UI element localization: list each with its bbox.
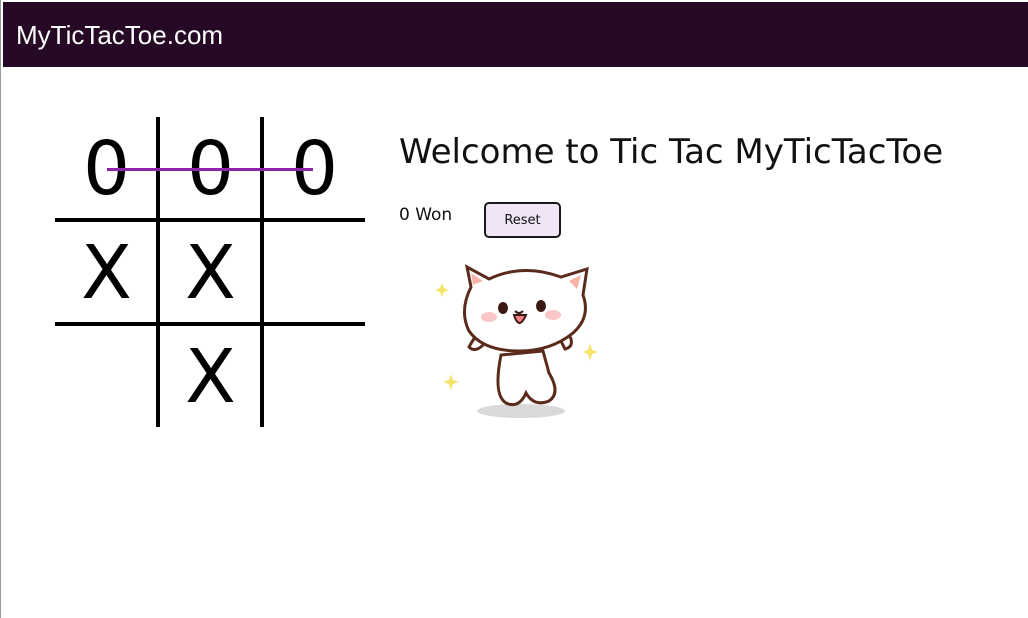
grid-line-horizontal-1 [55, 218, 365, 222]
board-cell-r2c2[interactable]: X [159, 221, 262, 324]
board-cell-r2c1[interactable]: X [55, 221, 158, 324]
board-cell-r1c1[interactable]: 0 [55, 117, 158, 220]
page-title: Welcome to Tic Tac MyTicTacToe [399, 132, 944, 172]
tic-tac-toe-board: 0 0 0 X X X [55, 117, 365, 427]
brand-title[interactable]: MyTicTacToe.com [16, 18, 223, 52]
board-cell-r3c1[interactable] [55, 325, 158, 428]
board-cell-r3c3[interactable] [263, 325, 366, 428]
top-navbar: MyTicTacToe.com [3, 2, 1028, 67]
board-cell-r1c2[interactable]: 0 [159, 117, 262, 220]
happy-cat-icon [431, 255, 606, 425]
reset-button[interactable]: Reset [484, 202, 561, 238]
grid-line-vertical-1 [156, 117, 160, 427]
score-text: 0 Won [399, 205, 453, 225]
board-cell-r3c2[interactable]: X [159, 325, 262, 428]
grid-line-horizontal-2 [55, 322, 365, 326]
board-cell-r1c3[interactable]: 0 [263, 117, 366, 220]
page: MyTicTacToe.com 0 0 0 X X X Welcome to T… [0, 0, 1028, 618]
board-cell-r2c3[interactable] [263, 221, 366, 324]
grid-line-vertical-2 [260, 117, 264, 427]
